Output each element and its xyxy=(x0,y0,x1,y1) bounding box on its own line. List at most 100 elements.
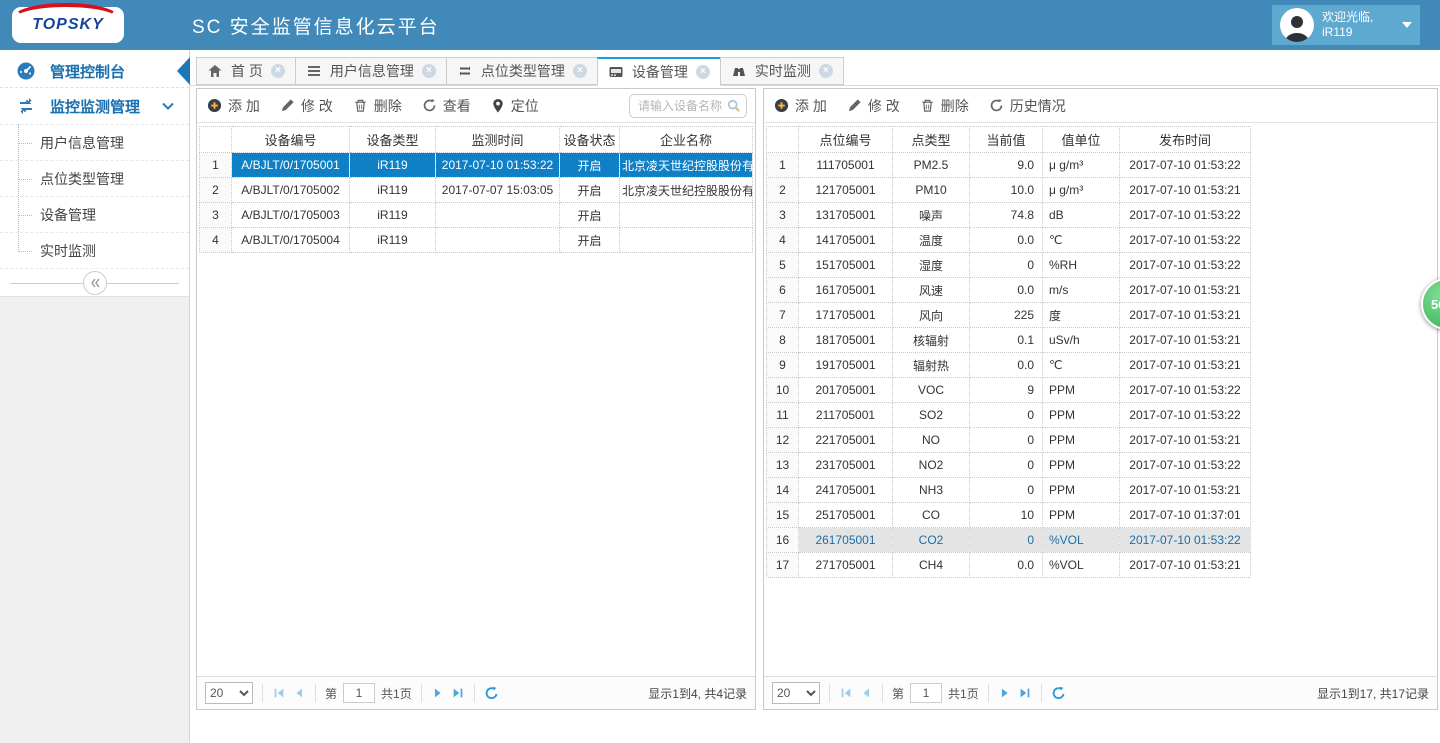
sidebar-item-realtime[interactable]: 实时监测 xyxy=(0,232,189,268)
column-header[interactable]: 点类型 xyxy=(893,127,970,153)
collapse-sidebar-button[interactable] xyxy=(83,271,107,295)
cell[interactable]: 0.0 xyxy=(970,553,1043,578)
column-header[interactable]: 点位编号 xyxy=(799,127,893,153)
cell[interactable]: 191705001 xyxy=(799,353,893,378)
cell[interactable]: 2017-07-10 01:53:21 xyxy=(1120,553,1251,578)
cell[interactable]: 0.0 xyxy=(970,228,1043,253)
cell[interactable]: 201705001 xyxy=(799,378,893,403)
cell[interactable]: 温度 xyxy=(893,228,970,253)
cell[interactable]: dB xyxy=(1043,203,1120,228)
cell[interactable]: PPM xyxy=(1043,453,1120,478)
column-header[interactable]: 设备状态 xyxy=(560,127,620,153)
cell[interactable]: 风向 xyxy=(893,303,970,328)
cell[interactable]: 131705001 xyxy=(799,203,893,228)
page-size-select[interactable]: 20 xyxy=(205,682,253,704)
prev-page-button[interactable] xyxy=(292,686,306,700)
cell[interactable]: 2017-07-10 01:53:22 xyxy=(1120,253,1251,278)
cell[interactable]: SO2 xyxy=(893,403,970,428)
table-row[interactable]: 9191705001辐射热0.0℃2017-07-10 01:53:21 xyxy=(767,353,1251,378)
cell[interactable]: 2017-07-10 01:53:22 xyxy=(1120,153,1251,178)
table-row[interactable]: 11211705001SO20PPM2017-07-10 01:53:22 xyxy=(767,403,1251,428)
cell[interactable]: PPM xyxy=(1043,478,1120,503)
cell[interactable]: %VOL xyxy=(1043,528,1120,553)
next-page-button[interactable] xyxy=(431,686,445,700)
cell[interactable]: iR119 xyxy=(350,203,436,228)
cell[interactable]: 2017-07-10 01:53:21 xyxy=(1120,428,1251,453)
page-size-select[interactable]: 20 xyxy=(772,682,820,704)
cell[interactable] xyxy=(620,203,753,228)
tab-close-icon[interactable]: × xyxy=(422,64,436,78)
column-header[interactable]: 发布时间 xyxy=(1120,127,1251,153)
cell[interactable]: VOC xyxy=(893,378,970,403)
cell[interactable]: 噪声 xyxy=(893,203,970,228)
cell[interactable]: 0.1 xyxy=(970,328,1043,353)
cell[interactable]: NO xyxy=(893,428,970,453)
cell[interactable]: 2017-07-10 01:53:21 xyxy=(1120,353,1251,378)
table-row[interactable]: 3A/BJLT/0/1705003iR119开启 xyxy=(200,203,753,228)
cell[interactable]: μ g/m³ xyxy=(1043,178,1120,203)
cell[interactable]: 251705001 xyxy=(799,503,893,528)
cell[interactable]: 0 xyxy=(970,453,1043,478)
cell[interactable]: 2017-07-07 15:03:05 xyxy=(436,178,560,203)
cell[interactable]: 2017-07-10 01:53:21 xyxy=(1120,328,1251,353)
cell[interactable]: iR119 xyxy=(350,153,436,178)
cell[interactable]: 231705001 xyxy=(799,453,893,478)
tab-point-type[interactable]: 点位类型管理 × xyxy=(446,57,598,85)
cell[interactable]: iR119 xyxy=(350,178,436,203)
table-row[interactable]: 7171705001风向225度2017-07-10 01:53:21 xyxy=(767,303,1251,328)
cell[interactable]: 9 xyxy=(970,378,1043,403)
column-header[interactable]: 设备类型 xyxy=(350,127,436,153)
cell[interactable]: 开启 xyxy=(560,228,620,253)
cell[interactable]: 10.0 xyxy=(970,178,1043,203)
cell[interactable]: μ g/m³ xyxy=(1043,153,1120,178)
column-header[interactable]: 企业名称 xyxy=(620,127,753,153)
reload-button[interactable] xyxy=(484,686,499,701)
cell[interactable]: 2017-07-10 01:53:21 xyxy=(1120,178,1251,203)
cell[interactable]: 2017-07-10 01:53:22 xyxy=(1120,203,1251,228)
sidebar-item-device[interactable]: 设备管理 xyxy=(0,196,189,232)
column-header[interactable]: 值单位 xyxy=(1043,127,1120,153)
table-row[interactable]: 10201705001VOC9PPM2017-07-10 01:53:22 xyxy=(767,378,1251,403)
view-button[interactable]: 查看 xyxy=(422,96,471,116)
table-row[interactable]: 13231705001NO20PPM2017-07-10 01:53:22 xyxy=(767,453,1251,478)
table-row[interactable]: 2121705001PM1010.0μ g/m³2017-07-10 01:53… xyxy=(767,178,1251,203)
edit-button[interactable]: 修 改 xyxy=(280,96,333,116)
column-header[interactable]: 监测时间 xyxy=(436,127,560,153)
caret-down-icon[interactable] xyxy=(1402,22,1412,28)
search-icon[interactable] xyxy=(727,99,741,113)
tab-close-icon[interactable]: × xyxy=(271,64,285,78)
cell[interactable]: 2017-07-10 01:53:22 xyxy=(1120,378,1251,403)
cell[interactable]: 171705001 xyxy=(799,303,893,328)
cell[interactable]: 2017-07-10 01:37:01 xyxy=(1120,503,1251,528)
tab-close-icon[interactable]: × xyxy=(573,64,587,78)
user-menu[interactable]: 欢迎光临, iR119 xyxy=(1272,5,1420,45)
cell[interactable] xyxy=(436,203,560,228)
delete-button[interactable]: 删除 xyxy=(353,96,402,116)
tab-home[interactable]: 首 页 × xyxy=(196,57,296,85)
cell[interactable]: 0 xyxy=(970,403,1043,428)
cell[interactable]: 241705001 xyxy=(799,478,893,503)
cell[interactable]: 开启 xyxy=(560,203,620,228)
tab-device[interactable]: 设备管理 × xyxy=(597,57,721,86)
cell[interactable]: NO2 xyxy=(893,453,970,478)
cell[interactable]: A/BJLT/0/1705002 xyxy=(232,178,350,203)
cell[interactable]: PM2.5 xyxy=(893,153,970,178)
edit-button[interactable]: 修 改 xyxy=(847,96,900,116)
first-page-button[interactable] xyxy=(839,686,853,700)
add-button[interactable]: 添 加 xyxy=(207,96,260,116)
cell[interactable]: 0 xyxy=(970,478,1043,503)
cell[interactable]: 141705001 xyxy=(799,228,893,253)
add-button[interactable]: 添 加 xyxy=(774,96,827,116)
cell[interactable]: 辐射热 xyxy=(893,353,970,378)
cell[interactable]: iR119 xyxy=(350,228,436,253)
table-row[interactable]: 4A/BJLT/0/1705004iR119开启 xyxy=(200,228,753,253)
cell[interactable] xyxy=(436,228,560,253)
cell[interactable]: NH3 xyxy=(893,478,970,503)
cell[interactable]: 261705001 xyxy=(799,528,893,553)
cell[interactable]: 0.0 xyxy=(970,353,1043,378)
cell[interactable]: 121705001 xyxy=(799,178,893,203)
table-row[interactable]: 1A/BJLT/0/1705001iR1192017-07-10 01:53:2… xyxy=(200,153,753,178)
cell[interactable]: A/BJLT/0/1705001 xyxy=(232,153,350,178)
cell[interactable]: 开启 xyxy=(560,178,620,203)
cell[interactable]: PPM xyxy=(1043,378,1120,403)
